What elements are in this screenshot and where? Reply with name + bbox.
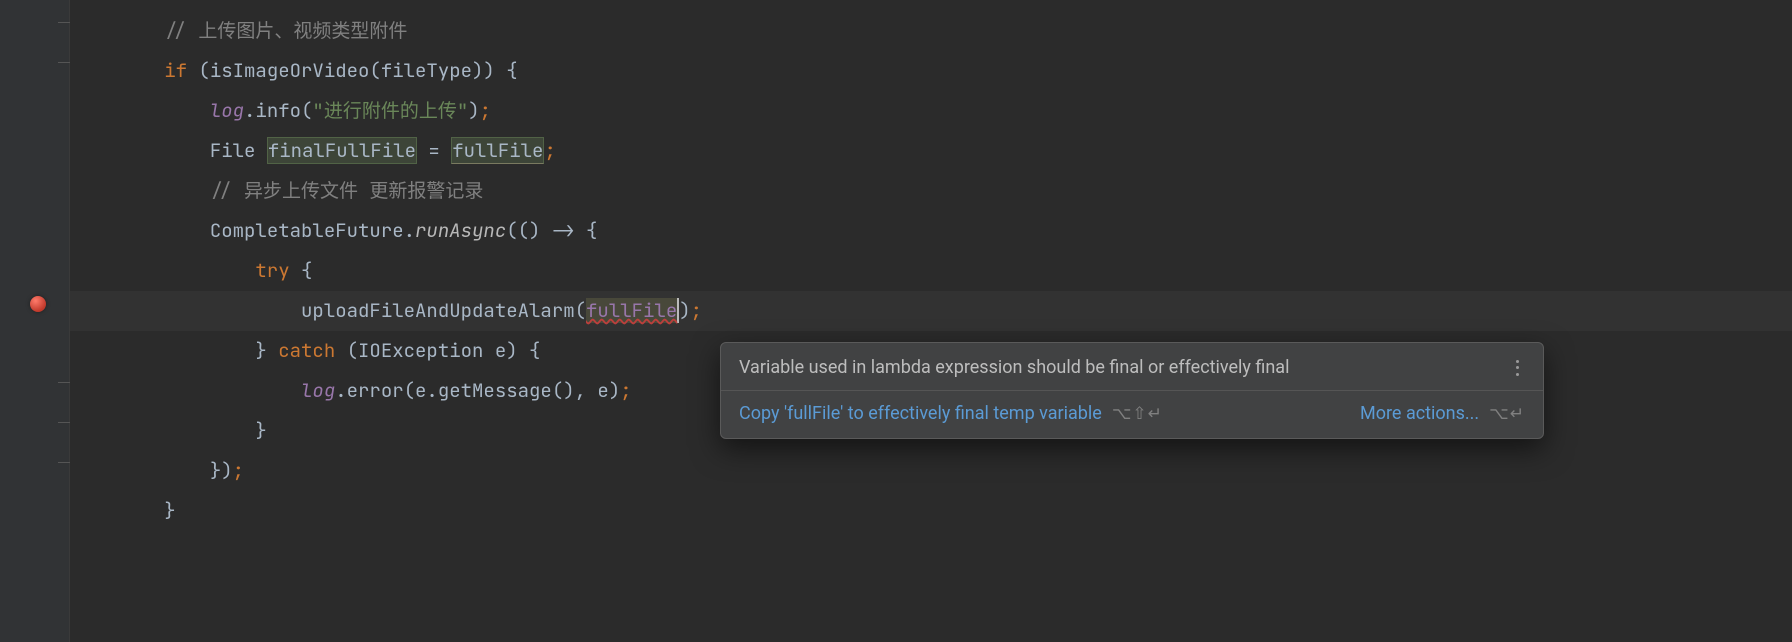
code-text: = [417,138,451,163]
code-text: CompletableFuture. [210,218,415,243]
popup-message-row: Variable used in lambda expression shoul… [721,343,1543,390]
code-text: (() -> { [506,218,597,243]
code-text: ) [468,98,479,123]
keyword-catch: catch [278,338,335,363]
highlighted-identifier: finalFullFile [267,137,417,164]
field-ref: log [210,98,244,123]
code-text: uploadFileAndUpdateAlarm( [301,298,586,323]
intention-popup: Variable used in lambda expression shoul… [720,342,1544,439]
code-line[interactable]: if (isImageOrVideo(fileType)) { [70,51,1792,91]
semicolon: ; [544,138,555,163]
semicolon: ; [233,458,244,483]
shortcut-label: ⌥⇧↵ [1112,404,1163,424]
semicolon: ; [620,378,631,403]
popup-error-message: Variable used in lambda expression shoul… [739,357,1289,378]
code-text: (isImageOrVideo(fileType)) { [187,58,518,83]
keyword-if: if [164,58,187,83]
code-text: } [255,418,266,443]
code-line-highlighted[interactable]: uploadFileAndUpdateAlarm(fullFile); [70,291,1792,331]
code-text: (IOException e) { [335,338,540,363]
popup-actions-row: Copy 'fullFile' to effectively final tem… [721,391,1543,438]
quickfix-copy-variable[interactable]: Copy 'fullFile' to effectively final tem… [739,403,1102,424]
string-literal: "进行附件的上传" [312,98,468,123]
more-actions-link[interactable]: More actions... [1360,403,1479,424]
code-line[interactable]: }); [70,451,1792,491]
code-text: .info( [244,98,312,123]
shortcut-label: ⌥↵ [1489,404,1525,424]
code-line[interactable]: // 上传图片、视频类型附件 [70,11,1792,51]
code-line[interactable]: File finalFullFile = fullFile; [70,131,1792,171]
code-text: } [164,498,175,523]
code-line[interactable]: log.info("进行附件的上传"); [70,91,1792,131]
fold-marker-icon[interactable] [58,462,70,463]
fold-marker-icon[interactable] [58,62,70,63]
code-text: } [255,338,278,363]
keyword-try: try [255,258,289,283]
error-bulb-icon[interactable] [30,296,50,316]
code-text: }) [210,458,233,483]
error-identifier: fullFile [586,298,679,323]
code-line[interactable]: // 异步上传文件 更新报警记录 [70,171,1792,211]
more-options-icon[interactable] [1509,360,1525,376]
code-text: ) [679,298,690,323]
semicolon: ; [480,98,491,123]
code-line[interactable]: } [70,491,1792,531]
code-text: File [210,138,267,163]
comment-text: // 异步上传文件 更新报警记录 [210,178,484,203]
field-ref: log [301,378,335,403]
comment-text: // 上传图片、视频类型附件 [164,18,407,43]
code-editor[interactable]: // 上传图片、视频类型附件 if (isImageOrVideo(fileTy… [70,0,1792,642]
code-text: .error(e.getMessage(), e) [335,378,620,403]
code-text: { [290,258,313,283]
code-line[interactable]: CompletableFuture.runAsync(() -> { [70,211,1792,251]
fold-marker-icon[interactable] [58,22,70,23]
highlighted-identifier: fullFile [451,137,544,164]
code-line[interactable]: try { [70,251,1792,291]
static-method: runAsync [415,218,506,243]
fold-marker-icon[interactable] [58,382,70,383]
fold-marker-icon[interactable] [58,422,70,423]
editor-gutter [0,0,70,642]
semicolon: ; [691,298,702,323]
